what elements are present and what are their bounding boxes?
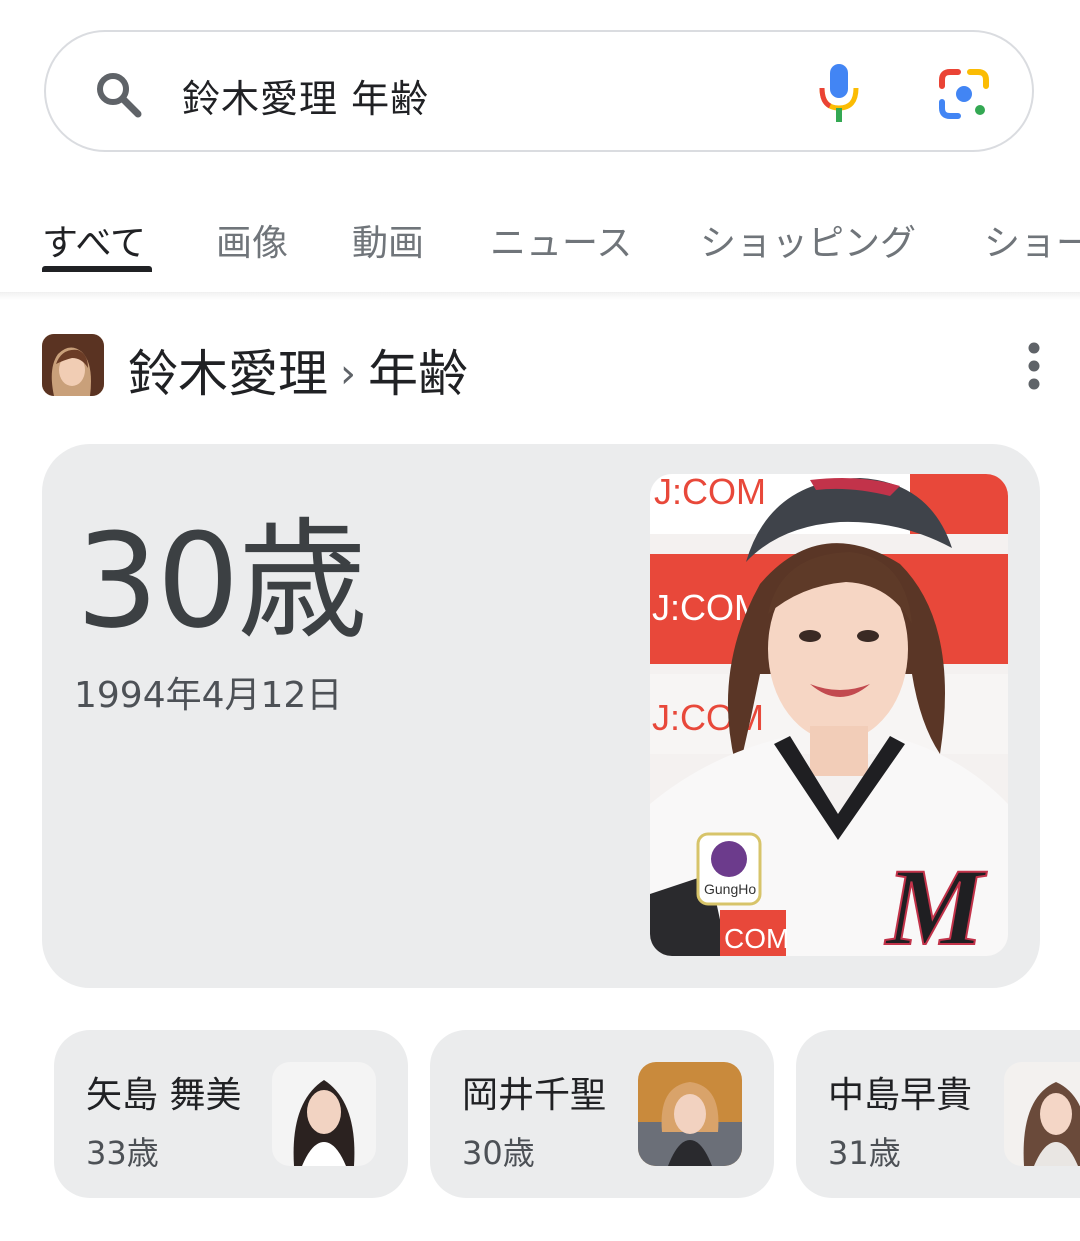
lens-icon[interactable]	[938, 68, 990, 120]
related-person-age: 33歳	[86, 1134, 159, 1172]
svg-text:COM: COM	[724, 923, 789, 954]
breadcrumb-attribute: 年齢	[368, 345, 468, 403]
related-person-card[interactable]: 矢島 舞美 33歳	[54, 1030, 408, 1198]
search-icon[interactable]	[94, 70, 142, 118]
search-input[interactable]: 鈴木愛理 年齢	[182, 68, 429, 123]
related-person-age: 30歳	[462, 1134, 535, 1172]
tab-images[interactable]: 画像	[216, 214, 288, 266]
related-person-photo	[272, 1062, 376, 1166]
more-vert-icon[interactable]	[1018, 340, 1050, 392]
photo-jersey-letter: M	[884, 846, 987, 956]
photo-badge-text: GungHo	[704, 881, 756, 897]
age-answer-card: 30歳 1994年4月12日 J:COM J:COM J:COM GungHo …	[42, 444, 1040, 988]
breadcrumb-separator: ›	[340, 351, 356, 397]
photo-backdrop-text-1: J:COM	[654, 474, 766, 512]
mic-icon[interactable]	[818, 62, 860, 124]
related-person-card[interactable]: 中島早貴 31歳	[796, 1030, 1080, 1198]
entity-photo[interactable]: J:COM J:COM J:COM GungHo COM M	[650, 474, 1008, 956]
entity-thumbnail[interactable]	[42, 334, 104, 396]
age-value: 30歳	[76, 505, 367, 657]
related-person-age: 31歳	[828, 1134, 901, 1172]
related-person-name: 岡井千聖	[462, 1075, 607, 1116]
search-tabs: すべて 画像 動画 ニュース ショッピング ショート動画	[0, 196, 1080, 293]
tab-short-videos[interactable]: ショート動画	[984, 214, 1080, 266]
birth-date: 1994年4月12日	[74, 675, 343, 716]
tab-all[interactable]: すべて	[42, 214, 146, 266]
related-person-photo	[638, 1062, 742, 1166]
related-person-name: 矢島 舞美	[86, 1075, 242, 1116]
tab-videos[interactable]: 動画	[352, 214, 424, 266]
related-person-card[interactable]: 岡井千聖 30歳	[430, 1030, 774, 1198]
related-person-photo	[1004, 1062, 1080, 1166]
tabs-shadow	[0, 292, 1080, 300]
active-tab-indicator	[42, 266, 152, 272]
breadcrumb-entity[interactable]: 鈴木愛理	[128, 345, 328, 403]
breadcrumb: 鈴木愛理 › 年齢	[128, 334, 468, 406]
tab-shopping[interactable]: ショッピング	[700, 214, 916, 266]
search-bar[interactable]: 鈴木愛理 年齢	[44, 30, 1034, 152]
related-person-name: 中島早貴	[828, 1075, 973, 1116]
tab-news[interactable]: ニュース	[490, 214, 632, 266]
